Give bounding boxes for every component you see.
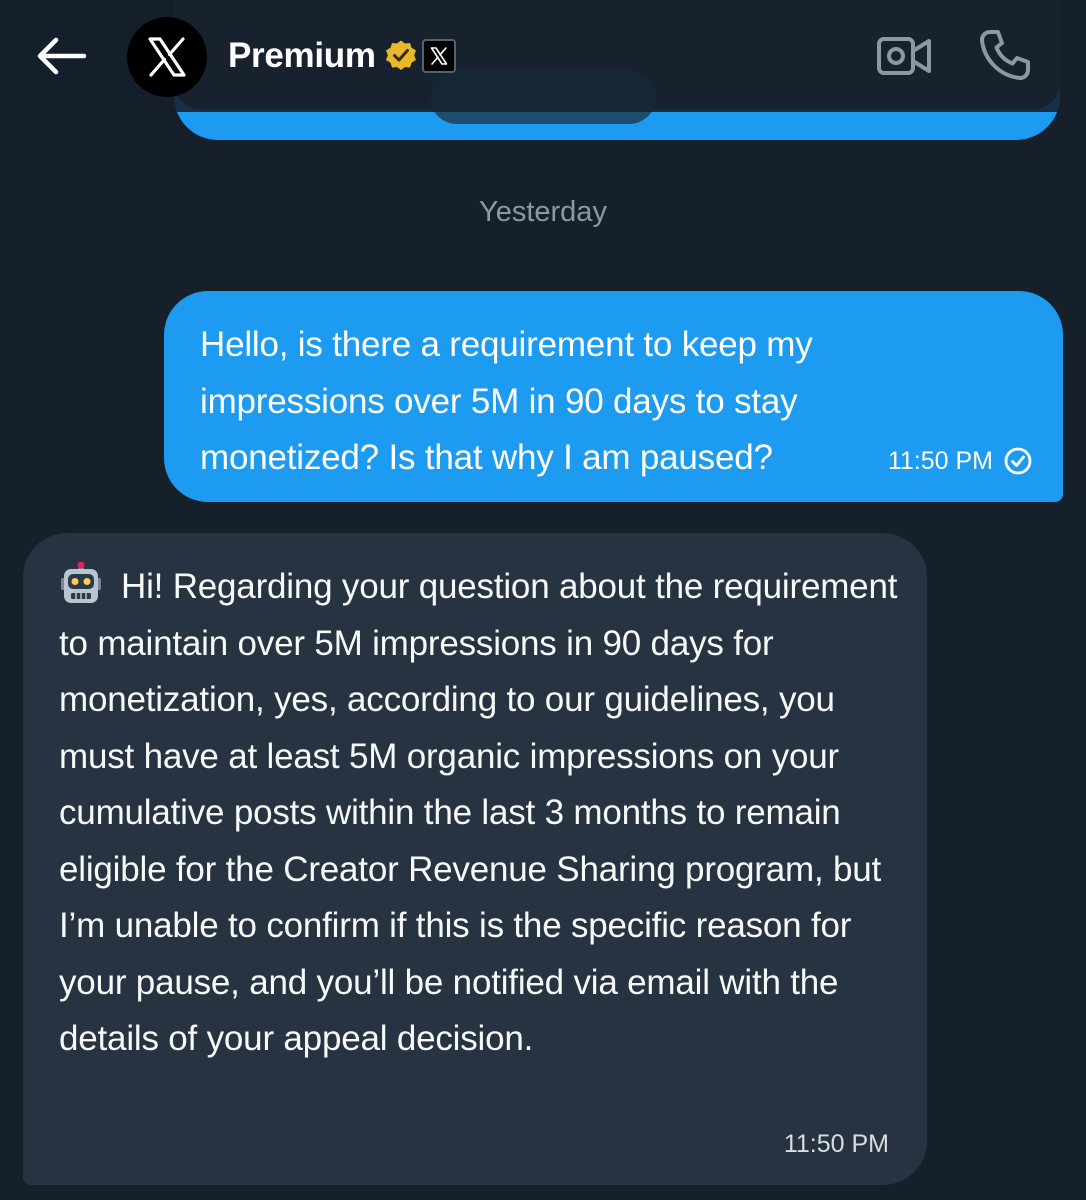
x-mini-logo-icon	[430, 47, 447, 65]
video-camera-icon[interactable]	[876, 33, 932, 79]
outgoing-message-time: 11:50 PM	[887, 446, 993, 475]
date-separator: Yesterday	[479, 196, 607, 228]
incoming-message-body: Hi! Regarding your question about the re…	[59, 559, 899, 1068]
phone-icon[interactable]	[978, 28, 1032, 82]
conversation-title-row[interactable]: Premium	[228, 34, 456, 78]
x-affiliate-badge-icon	[421, 39, 456, 73]
outgoing-message-bubble[interactable]: Hello, is there a requirement to keep my…	[164, 291, 1063, 502]
outgoing-message-text: Hello, is there a requirement to keep my…	[200, 325, 813, 477]
incoming-message-bubble[interactable]: Hi! Regarding your question about the re…	[23, 533, 927, 1185]
avatar[interactable]	[127, 17, 207, 97]
sent-check-icon	[1004, 447, 1032, 475]
conversation-header: Premium	[0, 0, 1086, 112]
conversation-title: Premium	[228, 36, 376, 75]
robot-icon	[61, 562, 101, 603]
x-logo-icon	[148, 37, 186, 77]
arrow-left-icon[interactable]	[34, 34, 88, 78]
verified-badge-icon	[385, 40, 416, 70]
incoming-message-time: 11:50 PM	[783, 1130, 889, 1158]
outgoing-message-meta: 11:50 PM	[888, 446, 1033, 476]
incoming-message-text: Hi! Regarding your question about the re…	[59, 567, 898, 1058]
